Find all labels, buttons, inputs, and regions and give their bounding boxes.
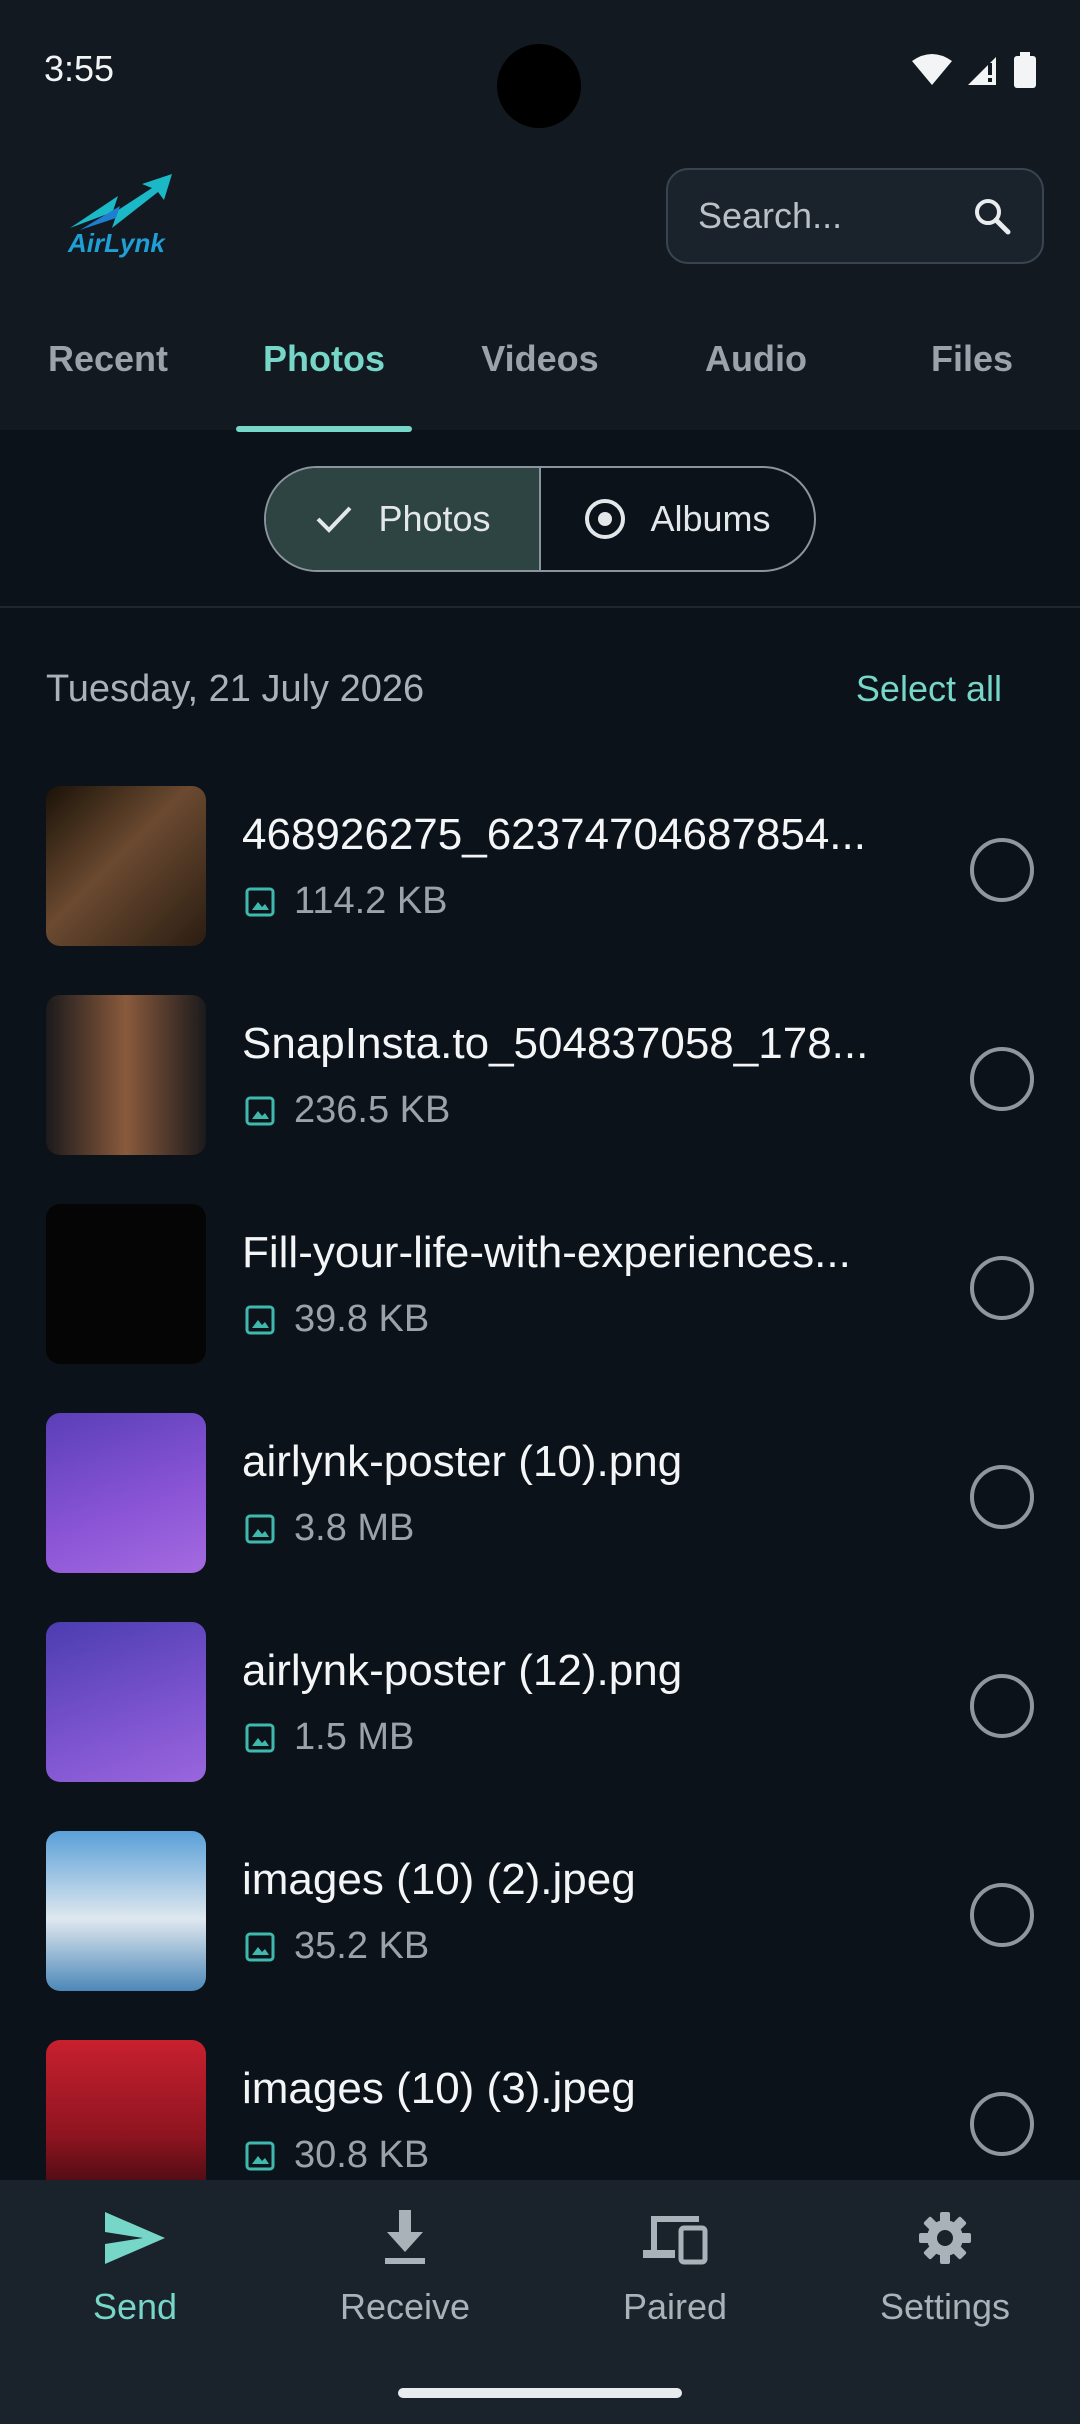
- tab-recent[interactable]: Recent: [0, 308, 216, 430]
- select-radio[interactable]: [970, 1047, 1034, 1111]
- file-meta: 114.2 KB: [244, 880, 448, 923]
- photos-albums-toggle: Photos Albums: [264, 466, 816, 572]
- thumbnail: [46, 1831, 206, 1991]
- status-icons: [912, 52, 1036, 88]
- file-name: Fill-your-life-with-experiences...: [242, 1228, 851, 1277]
- file-name: airlynk-poster (10).png: [242, 1437, 683, 1486]
- list-item[interactable]: Fill-your-life-with-experiences... 39.8 …: [0, 1174, 1080, 1383]
- nav-receive-label: Receive: [339, 2286, 471, 2327]
- file-name: 468926275_62374704687854...: [242, 810, 866, 859]
- logo-text: AirLynk: [68, 228, 165, 258]
- file-size: 114.2 KB: [294, 880, 448, 922]
- select-radio[interactable]: [970, 1256, 1034, 1320]
- file-meta: 35.2 KB: [244, 1925, 429, 1968]
- status-bar: 3:55: [0, 0, 1080, 140]
- list-item[interactable]: airlynk-poster (10).png 3.8 MB: [0, 1383, 1080, 1592]
- file-meta: 1.5 MB: [244, 1716, 414, 1759]
- file-name: airlynk-poster (12).png: [242, 1646, 683, 1695]
- file-size: 39.8 KB: [294, 1298, 430, 1340]
- select-radio[interactable]: [970, 838, 1034, 902]
- nav-settings-label: Settings: [879, 2286, 1011, 2327]
- nav-send-label: Send: [92, 2286, 178, 2327]
- list-item[interactable]: airlynk-poster (12).png 1.5 MB: [0, 1592, 1080, 1801]
- select-radio[interactable]: [970, 1465, 1034, 1529]
- category-tabs: Recent Photos Videos Audio Files: [0, 308, 1080, 430]
- search-input[interactable]: Search...: [666, 168, 1044, 264]
- send-icon: [105, 2212, 165, 2264]
- image-icon: [245, 1096, 275, 1125]
- download-icon: [385, 2210, 425, 2264]
- image-icon: [245, 887, 275, 916]
- tab-videos[interactable]: Videos: [432, 308, 648, 430]
- album-icon: [585, 499, 626, 539]
- gear-icon: [919, 2212, 971, 2264]
- list-item[interactable]: images (10) (2).jpeg 35.2 KB: [0, 1801, 1080, 2010]
- tab-audio[interactable]: Audio: [648, 308, 864, 430]
- toggle-albums-label: Albums: [650, 498, 771, 539]
- file-meta: 3.8 MB: [244, 1507, 414, 1550]
- image-icon: [245, 1932, 275, 1961]
- cell-signal-icon: [968, 57, 996, 85]
- file-meta: 236.5 KB: [244, 1089, 450, 1132]
- file-size: 236.5 KB: [294, 1089, 451, 1131]
- select-radio[interactable]: [970, 1883, 1034, 1947]
- thumbnail: [46, 1622, 206, 1782]
- file-meta: 30.8 KB: [244, 2134, 429, 2177]
- search-icon[interactable]: [972, 196, 1012, 236]
- thumbnail: [46, 1204, 206, 1364]
- devices-icon: [643, 2216, 708, 2265]
- file-size: 35.2 KB: [294, 1925, 430, 1967]
- file-size: 3.8 MB: [294, 1507, 415, 1549]
- file-size: 30.8 KB: [294, 2134, 430, 2176]
- home-indicator: [398, 2388, 682, 2398]
- thumbnail: [46, 995, 206, 1155]
- tab-photos[interactable]: Photos: [216, 308, 432, 430]
- file-meta: 39.8 KB: [244, 1298, 429, 1341]
- search-placeholder: Search...: [698, 195, 843, 236]
- image-icon: [245, 1723, 275, 1752]
- nav-paired-label: Paired: [622, 2286, 728, 2327]
- list-item[interactable]: SnapInsta.to_504837058_178... 236.5 KB: [0, 965, 1080, 1174]
- check-icon: [317, 506, 352, 533]
- file-name: images (10) (3).jpeg: [242, 2064, 636, 2113]
- toggle-photos[interactable]: Photos: [266, 468, 539, 570]
- toggle-albums[interactable]: Albums: [539, 468, 814, 570]
- file-name: images (10) (2).jpeg: [242, 1855, 636, 1904]
- file-list: 468926275_62374704687854... 114.2 KB Sna…: [0, 756, 1080, 2219]
- image-icon: [245, 2141, 275, 2170]
- file-name: SnapInsta.to_504837058_178...: [242, 1019, 869, 1068]
- tab-files[interactable]: Files: [864, 308, 1080, 430]
- status-time: 3:55: [44, 48, 115, 89]
- nav-send[interactable]: Send: [0, 2210, 270, 2328]
- nav-paired[interactable]: Paired: [540, 2210, 810, 2328]
- image-icon: [245, 1305, 275, 1334]
- divider: [0, 606, 1080, 608]
- image-icon: [245, 1514, 275, 1543]
- select-radio[interactable]: [970, 1674, 1034, 1738]
- active-tab-indicator: [236, 426, 412, 432]
- select-all-button[interactable]: Select all: [856, 668, 1002, 710]
- nav-receive[interactable]: Receive: [270, 2210, 540, 2328]
- toggle-photos-label: Photos: [378, 498, 491, 539]
- app-header: AirLynk Search... Recent Photos Videos A…: [0, 140, 1080, 432]
- thumbnail: [46, 1413, 206, 1573]
- list-item[interactable]: 468926275_62374704687854... 114.2 KB: [0, 756, 1080, 965]
- camera-cutout: [497, 44, 581, 128]
- nav-settings[interactable]: Settings: [810, 2210, 1080, 2328]
- battery-icon: [1014, 52, 1036, 88]
- file-size: 1.5 MB: [294, 1716, 415, 1758]
- date-header: Tuesday, 21 July 2026: [46, 668, 425, 710]
- thumbnail: [46, 2040, 206, 2200]
- thumbnail: [46, 786, 206, 946]
- select-radio[interactable]: [970, 2092, 1034, 2156]
- wifi-icon: [912, 54, 952, 85]
